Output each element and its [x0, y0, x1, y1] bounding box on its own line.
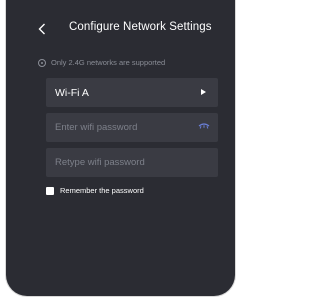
- password-field[interactable]: Enter wifi password: [46, 113, 218, 142]
- retype-password-field[interactable]: Retype wifi password: [46, 148, 218, 177]
- network-select[interactable]: Wi-Fi A: [46, 78, 218, 107]
- info-circle-icon: [38, 58, 46, 67]
- chevron-left-icon: [38, 23, 45, 35]
- remember-label: Remember the password: [60, 186, 144, 195]
- page-title: Configure Network Settings: [69, 21, 212, 33]
- notice-text: Only 2.4G networks are supported: [51, 58, 166, 67]
- remember-checkbox[interactable]: [46, 186, 54, 195]
- remember-password-option[interactable]: Remember the password: [46, 186, 144, 195]
- play-arrow-icon: [201, 89, 206, 95]
- eye-hidden-icon[interactable]: [198, 123, 210, 131]
- back-button[interactable]: [35, 22, 49, 36]
- phone-screen: Configure Network Settings Only 2.4G net…: [5, 0, 236, 297]
- network-value: Wi-Fi A: [55, 86, 89, 99]
- password-placeholder: Enter wifi password: [55, 122, 138, 133]
- network-notice: Only 2.4G networks are supported: [38, 58, 165, 67]
- retype-placeholder: Retype wifi password: [55, 157, 145, 168]
